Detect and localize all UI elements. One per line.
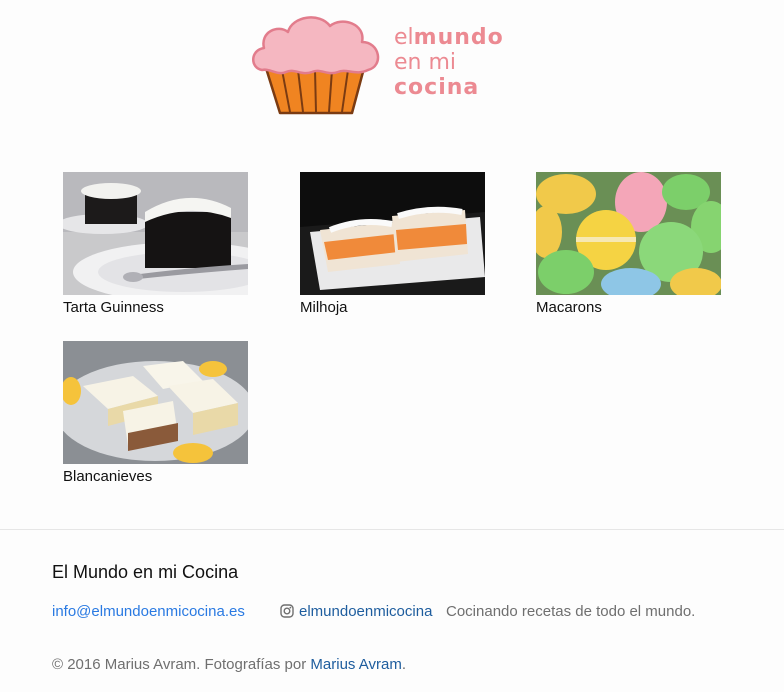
footer-tagline: Cocinando recetas de todo el mundo. [446,603,696,620]
logo-text-en-mi: en mi [394,50,457,75]
instagram-link[interactable]: elmundoenmicocina [280,603,432,620]
site-logo[interactable]: elmundo en mi cocina [250,10,520,120]
site-header: elmundo en mi cocina [0,0,784,140]
pastry-rolls-photo [300,172,485,295]
copyright-notice: © 2016 Marius Avram. Fotografías por Mar… [52,656,406,673]
logo-text-el: el [394,25,414,50]
recipe-card-macarons[interactable]: Macarons [536,172,721,317]
recipe-title: Tarta Guinness [63,299,164,316]
footer-site-title: El Mundo en mi Cocina [52,562,239,582]
email-link[interactable]: info@elmundoenmicocina.es [52,603,245,620]
layered-cake-squares-photo [63,341,248,464]
copyright-text: © 2016 Marius Avram. Fotografías por [52,656,311,673]
instagram-handle: elmundoenmicocina [299,603,433,620]
chocolate-cake-photo [63,172,248,295]
recipe-title: Blancanieves [63,468,153,485]
recipe-title: Macarons [536,299,602,316]
cupcake-logo-icon [252,16,380,115]
logo-text-cocina: cocina [394,75,480,100]
logo-wordmark: elmundo en mi cocina [394,25,504,100]
footer-contact-row: info@elmundoenmicocina.es elmundoenmicoc… [52,603,752,623]
macarons-photo [536,172,721,295]
recipe-card-blancanieves[interactable]: Blancanieves [63,341,248,486]
recipe-card-milhoja[interactable]: Milhoja [300,172,485,317]
instagram-icon [280,604,294,618]
footer-divider [0,529,784,530]
copyright-suffix: . [401,656,406,673]
recipe-card-tarta-guinness[interactable]: Tarta Guinness [63,172,248,317]
photographer-link[interactable]: Marius Avram [310,656,401,673]
logo-text-mundo: mundo [413,25,504,50]
recipe-title: Milhoja [300,299,348,316]
